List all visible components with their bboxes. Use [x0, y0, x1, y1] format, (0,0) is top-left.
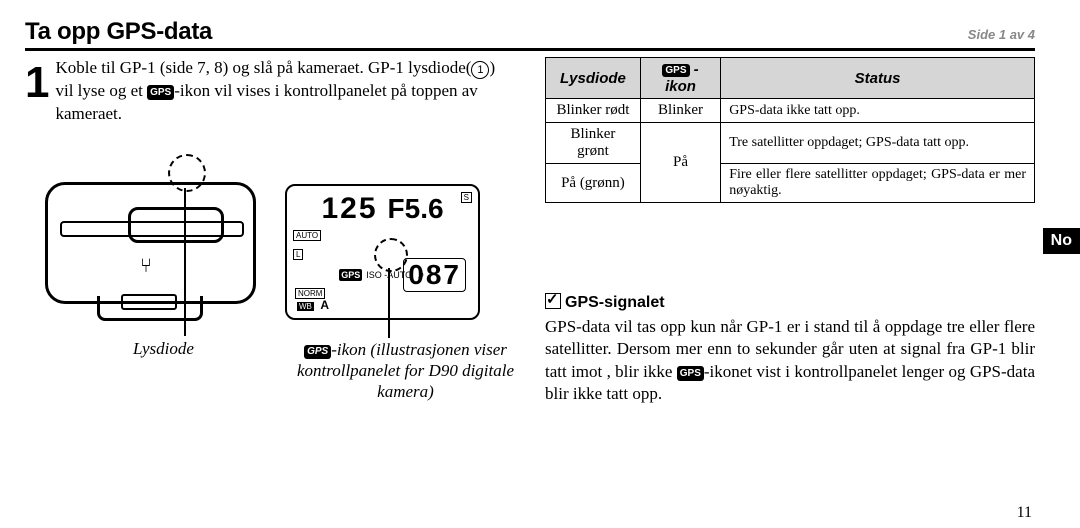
language-tab-no[interactable]: No	[1043, 228, 1080, 254]
th-ikon: GPS -ikon	[640, 58, 720, 99]
lcd-fstop: F5.6	[388, 193, 444, 225]
lcd-l-tag: L	[293, 249, 303, 260]
gps-icon: GPS	[677, 366, 704, 381]
callout-circled-1: 1	[471, 61, 489, 79]
header: Ta opp GPS-data Side 1 av 4	[25, 18, 1035, 51]
gps-callout-circle	[374, 238, 408, 272]
gps-signal-heading: GPS-signalet	[545, 293, 1035, 312]
cell-ikon-2: På	[640, 123, 720, 203]
cell-lys-2: Blinker grønt	[546, 123, 641, 164]
cell-status-2: Tre satellitter oppdaget; GPS-data tatt …	[721, 123, 1035, 164]
cell-lys-1: Blinker rødt	[546, 99, 641, 123]
gp1-foot-inner	[121, 294, 177, 310]
gps-signal-body: GPS-data vil tas opp kun når GP-1 er i s…	[545, 316, 1035, 406]
table-row: Blinker rødt Blinker GPS-data ikke tatt …	[546, 99, 1035, 123]
gp1-strip	[60, 221, 244, 237]
cell-lys-3: På (grønn)	[546, 164, 641, 203]
gps-signal-heading-text: GPS-signalet	[565, 294, 665, 311]
lcd-gps-icon: GPS	[339, 269, 362, 281]
led-callout-line	[184, 188, 186, 336]
gps-icon: GPS	[304, 345, 331, 360]
device-diagram: ⑂ Lysdiode 125 F5.6 S AUTO L	[25, 144, 515, 364]
usb-icon: ⑂	[140, 255, 152, 278]
lcd-auto-tag: AUTO	[293, 230, 321, 241]
lysdiode-caption: Lysdiode	[133, 339, 194, 359]
lcd-a: A	[320, 298, 329, 312]
cell-ikon-1: Blinker	[640, 99, 720, 123]
page-title: Ta opp GPS-data	[25, 18, 968, 46]
table-row: På (grønn) Fire eller flere satellitter …	[546, 164, 1035, 203]
gps-icon: GPS	[662, 64, 689, 77]
lcd-wb: WB	[297, 302, 314, 311]
page-indicator: Side 1 av 4	[968, 27, 1035, 42]
step-number: 1	[25, 57, 49, 126]
step-text: Koble til GP-1 (side 7, 8) og slå på kam…	[55, 57, 515, 126]
gps-icon: GPS	[147, 85, 174, 101]
gps-callout-line	[388, 268, 390, 338]
page-number: 11	[1017, 504, 1032, 522]
cell-status-1: GPS-data ikke tatt opp.	[721, 99, 1035, 123]
lcd-shutter: 125	[321, 192, 377, 226]
step-text-a: Koble til GP-1 (side 7, 8) og slå på kam…	[55, 58, 471, 77]
check-icon	[545, 293, 561, 309]
lcd-count: 087	[403, 258, 466, 292]
lcd-caption: GPS-ikon (illustrasjonen viser kontrollp…	[293, 339, 518, 403]
status-table: Lysdiode GPS -ikon Status Blinker rødt B…	[545, 57, 1035, 203]
cell-status-3: Fire eller flere satellitter oppdaget; G…	[721, 164, 1035, 203]
led-callout-circle	[168, 154, 206, 192]
table-row: Blinker grønt På Tre satellitter oppdage…	[546, 123, 1035, 164]
gp1-body: ⑂	[45, 182, 256, 304]
th-lysdiode: Lysdiode	[546, 58, 641, 99]
lcd-s-tag: S	[461, 192, 472, 203]
step-1: 1 Koble til GP-1 (side 7, 8) og slå på k…	[25, 57, 515, 126]
th-status: Status	[721, 58, 1035, 99]
